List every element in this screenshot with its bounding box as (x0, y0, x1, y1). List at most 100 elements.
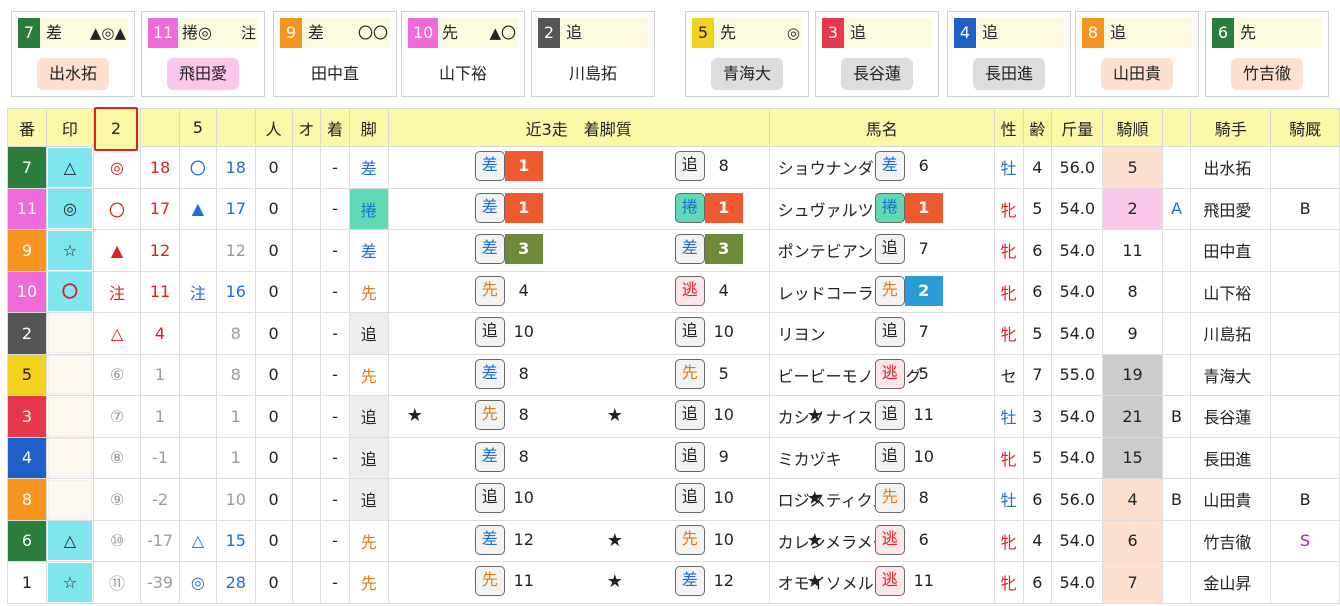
recent-position: 11 (913, 571, 934, 591)
card-header: 8追 (1082, 18, 1192, 48)
table-row[interactable]: 2 △ 4 8 0- 追追 10 追 10 追 7 リヨン牝 5 54.0 9 川島拓 (7, 312, 1340, 355)
table-row[interactable]: 4 ⑧ -1 1 0- 追差 8 追 9 追 10 ミカヅキ牝 5 54.0 15 長田進 (7, 436, 1340, 479)
jockey-name[interactable]: 山下裕 (1190, 270, 1272, 313)
table-row[interactable]: 6 △ ⑩ -17 △ 15 0- 先差 12 ★ 先 10 ★ 逃 6 カレンメラメーラ牝 4 54.0 6 竹吉徹… (7, 519, 1340, 562)
col-header-sex[interactable]: 性 (993, 108, 1024, 147)
jockey-name[interactable]: 長谷蓮 (1190, 395, 1272, 438)
mark-value[interactable] (47, 479, 92, 519)
mark-cell[interactable] (45, 395, 94, 438)
mark-value[interactable]: △ (47, 521, 92, 561)
horse-card[interactable]: 9 差 〇〇 田中直 (273, 11, 397, 97)
jockey-name[interactable]: 川島拓 (1190, 312, 1272, 355)
star-icon: ★ (806, 488, 823, 510)
recent-race: ★ 追 11 (789, 400, 989, 432)
star-icon: ★ (406, 405, 423, 427)
card-jockey: 竹吉徹 (1230, 58, 1304, 90)
horse-cards: 7 差 ▲◎▲ 出水拓 11 捲◎ 注飛田愛 9 差〇〇 田中直 10 先 ▲〇 山下裕 2 追川島拓 5 先 ◎ 青… (11, 11, 1331, 97)
recent-race: 先2 (789, 275, 989, 308)
predictor2-mark: 〇 (92, 187, 142, 230)
col-header-jockey[interactable]: 騎手 (1190, 108, 1272, 147)
recent-race: 差 12 (389, 524, 589, 557)
col-header-recent[interactable]: 近3走 着脚質 (387, 108, 770, 147)
mark-value[interactable] (47, 396, 92, 436)
table-row[interactable]: 11 ◎ 〇 17 ▲ 17 0- 捲差 1 捲 1 捲 1 シュヴァルツナーガ牝 5 54.0 2 A 飛田愛 B (7, 187, 1340, 230)
recent-style-badge: 差 (474, 524, 505, 555)
mark-value[interactable]: 〇 (47, 272, 92, 312)
jockey-name[interactable]: 出水拓 (1190, 146, 1272, 189)
jockey-rank: 15 (1102, 436, 1163, 479)
mark-cell[interactable]: ◎ (45, 187, 94, 230)
mark-value[interactable]: ◎ (47, 189, 92, 229)
col-header-horse[interactable]: 馬名 (768, 108, 995, 147)
table-row[interactable]: 9 ☆ ▲ 12 12 0- 差差 3 差 3 追 7 ポンテビアンカ牝 6 54.0 11 田中直 (7, 229, 1340, 272)
mark-cell[interactable]: 〇 (45, 270, 94, 313)
stable-flag: S (1270, 519, 1340, 562)
jockey-name[interactable]: 山田貴 (1190, 478, 1272, 521)
recent-style-badge: 追 (474, 483, 505, 514)
running-style: 追 (348, 312, 389, 355)
col-header-5[interactable]: 5 (178, 108, 217, 147)
mark-value[interactable] (47, 438, 92, 478)
mark-cell[interactable]: △ (45, 146, 94, 189)
mark-cell[interactable]: ☆ (45, 561, 94, 604)
table-row[interactable]: 8 ⑨ -2 10 0- 追追 10 追 10 ★ 先 8 ロジスティクス牡 6 56.0 4 B 山田貴 B (7, 478, 1340, 521)
mark-cell[interactable] (45, 478, 94, 521)
horse-card[interactable]: 5 先 ◎ 青海大 (685, 11, 809, 97)
mark-cell[interactable] (45, 312, 94, 355)
col-header-stable[interactable]: 騎厩 (1270, 108, 1340, 147)
jockey-name[interactable]: 青海大 (1190, 353, 1272, 396)
mark-value[interactable] (47, 313, 92, 353)
mark-cell[interactable] (45, 436, 94, 479)
table-row[interactable]: 3 ⑦ 1 1 0- 追 ★ 先 8 ★ 追 10 ★ 追 11 カシノナイスガイ牡 3 54.0 21 B 長谷蓮 (7, 395, 1340, 438)
table-row[interactable]: 10 〇注 11 注 16 0- 先先 4 逃 4 先 2 レッドコーラル牝 6 54.0 8 山下裕 (7, 270, 1340, 313)
jockey-name[interactable]: 金山昇 (1190, 561, 1272, 604)
horse-card[interactable]: 6 先竹吉徹 (1205, 11, 1329, 97)
stable-flag: B (1270, 478, 1340, 521)
carried-weight: 55.0 (1051, 353, 1104, 396)
table-row[interactable]: 7 △ ◎ 18 〇 18 0- 差差 1 追 8 差 6 ショウナンダダン牡 4 56.0 5 出水拓 (7, 146, 1340, 189)
horse-age: 5 (1022, 312, 1053, 355)
col-header-chaku[interactable]: 着 (320, 108, 350, 147)
horse-card[interactable]: 7 差 ▲◎▲ 出水拓 (11, 11, 135, 97)
mark-cell[interactable]: △ (45, 519, 94, 562)
table-row[interactable]: 5 ⑥ 1 8 0- 先差 8 先 5 逃 5 ビービーモノローグセ 7 55.0 19 青海大 (7, 353, 1340, 396)
horse-number: 6 (7, 519, 47, 562)
mark-value[interactable]: ☆ (47, 230, 92, 270)
horse-card[interactable]: 11 捲◎ 注飛田愛 (141, 11, 265, 97)
jockey-flag (1161, 146, 1192, 189)
horse-card[interactable]: 10 先 ▲〇 山下裕 (401, 11, 525, 97)
recent-style-badge: 差 (474, 441, 505, 472)
col-header-weight[interactable]: 斤量 (1051, 108, 1104, 147)
col-header-hito[interactable]: 人 (254, 108, 293, 147)
col-header-2-val (140, 108, 180, 147)
jockey-name[interactable]: 田中直 (1190, 229, 1272, 272)
predictor5-mark (178, 395, 217, 438)
horse-card[interactable]: 3 追長谷蓮 (815, 11, 939, 97)
recent-position: 5 (718, 363, 729, 383)
col-header-jrank[interactable]: 騎順 (1102, 108, 1163, 147)
finish: - (320, 146, 350, 189)
table-row[interactable]: 1 ☆ ⑪ -39 ◎ 28 0- 先先 11 ★ 差 12 ★ 逃 11 オモイソメル牝 6 54.0 7 金山昇 (7, 561, 1340, 604)
jockey-name[interactable]: 竹吉徹 (1190, 519, 1272, 562)
popularity: 0 (254, 312, 293, 355)
card-jockey: 田中直 (310, 64, 360, 83)
col-header-age[interactable]: 齢 (1022, 108, 1053, 147)
recent-race: ★ 先 10 (589, 524, 789, 557)
horse-card[interactable]: 2 追川島拓 (531, 11, 655, 97)
horse-card[interactable]: 8 追山田貴 (1075, 11, 1199, 97)
predictor5-value: 12 (215, 229, 256, 272)
jockey-name[interactable]: 長田進 (1190, 436, 1272, 479)
col-header-o[interactable]: オ (291, 108, 322, 147)
col-header-ashi[interactable]: 脚 (348, 108, 389, 147)
col-header-shirushi[interactable]: 印 (45, 108, 94, 147)
mark-value[interactable]: △ (47, 147, 92, 187)
mark-cell[interactable] (45, 353, 94, 396)
horse-card[interactable]: 4 追長田進 (947, 11, 1071, 97)
mark-value[interactable] (47, 355, 92, 395)
col-header-ban[interactable]: 番 (7, 108, 47, 147)
mark-value[interactable]: ☆ (47, 562, 92, 602)
sort-selected-box[interactable]: 2 (93, 107, 138, 151)
jockey-name[interactable]: 飛田愛 (1190, 187, 1272, 230)
mark-cell[interactable]: ☆ (45, 229, 94, 272)
col-header-2[interactable]: 2 (92, 107, 142, 151)
